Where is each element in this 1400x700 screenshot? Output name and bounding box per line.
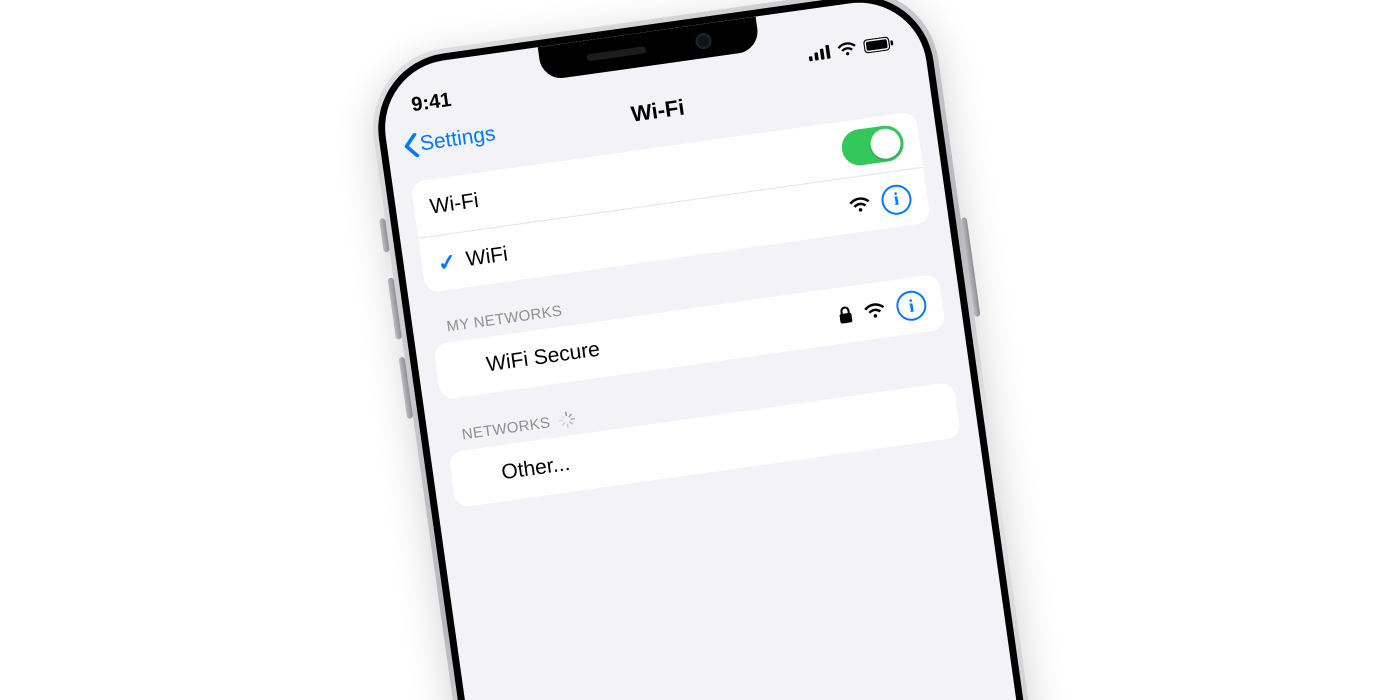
info-icon[interactable]: i: [879, 182, 913, 216]
checkmark-icon: ✓: [436, 248, 458, 276]
cellular-icon: [807, 45, 831, 62]
wifi-signal-icon: [863, 301, 887, 320]
page-title: Wi-Fi: [629, 95, 686, 128]
status-time: 9:41: [410, 89, 453, 117]
wifi-toggle[interactable]: [839, 123, 905, 167]
front-camera: [694, 32, 712, 50]
networks-label: NETWORKS: [461, 414, 552, 443]
silence-switch: [379, 218, 390, 253]
chevron-left-icon: [402, 133, 421, 159]
speaker-grille: [586, 46, 646, 61]
device-frame: 9:41: [363, 0, 1082, 700]
info-icon[interactable]: i: [894, 289, 928, 323]
wifi-icon: [836, 41, 858, 58]
screen: 9:41: [376, 0, 1068, 700]
battery-icon: [863, 36, 895, 54]
wifi-signal-icon: [848, 195, 872, 214]
back-label: Settings: [418, 122, 496, 156]
spinner-icon: [557, 410, 577, 430]
lock-icon: [837, 305, 854, 325]
